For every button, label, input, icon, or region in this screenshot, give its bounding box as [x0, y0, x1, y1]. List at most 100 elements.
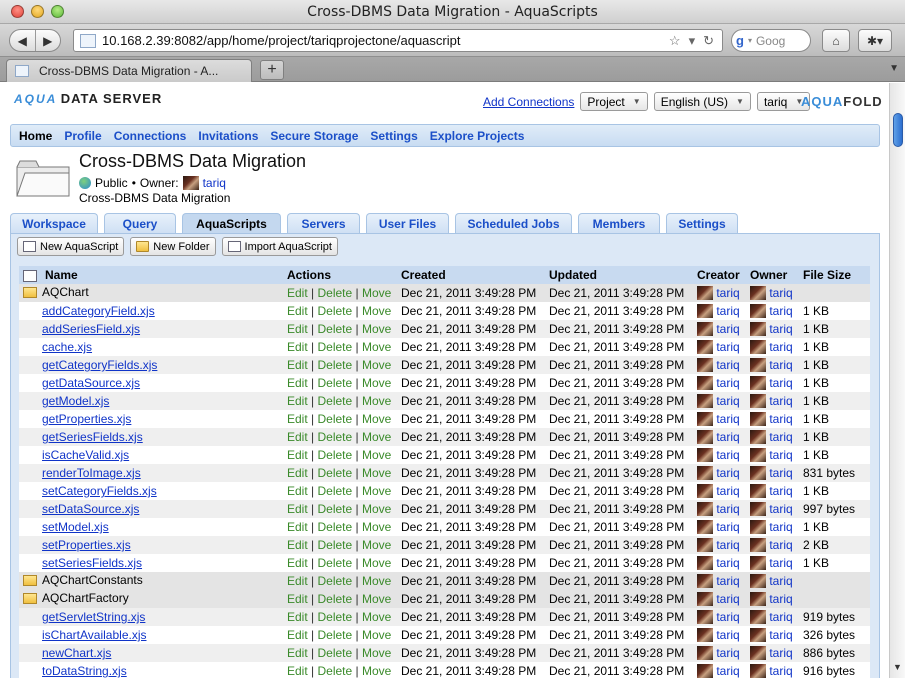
back-arrow-icon[interactable]: ◀	[10, 30, 36, 51]
tab-aquascripts[interactable]: AquaScripts	[182, 213, 281, 233]
delete-link[interactable]: Delete	[318, 412, 353, 426]
home-button[interactable]: ⌂	[822, 29, 850, 52]
creator-link[interactable]: tariq	[716, 628, 739, 642]
owner-link[interactable]: tariq	[769, 412, 792, 426]
creator-link[interactable]: tariq	[716, 520, 739, 534]
edit-link[interactable]: Edit	[287, 448, 308, 462]
header-file-size[interactable]: File Size	[799, 266, 870, 284]
owner-link[interactable]: tariq	[769, 592, 792, 606]
creator-link[interactable]: tariq	[716, 484, 739, 498]
script-name-link[interactable]: setDataSource.xjs	[42, 502, 139, 516]
script-name-link[interactable]: addSeriesField.xjs	[42, 322, 140, 336]
delete-link[interactable]: Delete	[318, 322, 353, 336]
move-link[interactable]: Move	[362, 628, 391, 642]
move-link[interactable]: Move	[362, 340, 391, 354]
move-link[interactable]: Move	[362, 304, 391, 318]
owner-link[interactable]: tariq	[769, 286, 792, 300]
owner-link[interactable]: tariq	[769, 502, 792, 516]
delete-link[interactable]: Delete	[318, 574, 353, 588]
scrollbar-thumb[interactable]	[893, 113, 903, 147]
folder-row[interactable]: AQChartFactory Edit | Delete | Move Dec 21…	[19, 590, 870, 608]
move-link[interactable]: Move	[362, 574, 391, 588]
folder-row[interactable]: AQChart Edit | Delete | Move Dec 21, 2011 …	[19, 284, 870, 302]
creator-link[interactable]: tariq	[716, 430, 739, 444]
folder-name[interactable]: AQChart	[42, 285, 89, 299]
edit-link[interactable]: Edit	[287, 304, 308, 318]
delete-link[interactable]: Delete	[318, 538, 353, 552]
edit-link[interactable]: Edit	[287, 340, 308, 354]
move-link[interactable]: Move	[362, 376, 391, 390]
owner-link[interactable]: tariq	[769, 556, 792, 570]
creator-link[interactable]: tariq	[716, 394, 739, 408]
file-row[interactable]: setModel.xjs Edit | Delete | Move Dec 21, …	[19, 518, 870, 536]
address-bar[interactable]: 10.168.2.39:8082/app/home/project/tariqp…	[73, 29, 723, 52]
header-updated[interactable]: Updated	[545, 266, 693, 284]
delete-link[interactable]: Delete	[318, 430, 353, 444]
move-link[interactable]: Move	[362, 592, 391, 606]
delete-link[interactable]: Delete	[318, 520, 353, 534]
file-row[interactable]: addSeriesField.xjs Edit | Delete | Move De…	[19, 320, 870, 338]
delete-link[interactable]: Delete	[318, 646, 353, 660]
script-name-link[interactable]: getProperties.xjs	[42, 412, 131, 426]
history-dropdown-icon[interactable]: ▾	[689, 33, 696, 49]
owner-link[interactable]: tariq	[769, 610, 792, 624]
owner-link[interactable]: tariq	[769, 664, 792, 678]
creator-link[interactable]: tariq	[716, 610, 739, 624]
delete-link[interactable]: Delete	[318, 664, 353, 678]
page-scrollbar[interactable]: ▼	[889, 83, 905, 678]
creator-link[interactable]: tariq	[716, 592, 739, 606]
file-row[interactable]: addCategoryField.xjs Edit | Delete | Move…	[19, 302, 870, 320]
delete-link[interactable]: Delete	[318, 304, 353, 318]
delete-link[interactable]: Delete	[318, 340, 353, 354]
edit-link[interactable]: Edit	[287, 502, 308, 516]
delete-link[interactable]: Delete	[318, 394, 353, 408]
owner-link[interactable]: tariq	[769, 340, 792, 354]
file-row[interactable]: getSeriesFields.xjs Edit | Delete | Move D…	[19, 428, 870, 446]
move-link[interactable]: Move	[362, 664, 391, 678]
file-row[interactable]: getModel.xjs Edit | Delete | Move Dec 21, …	[19, 392, 870, 410]
script-name-link[interactable]: getServletString.xjs	[42, 610, 145, 624]
creator-link[interactable]: tariq	[716, 646, 739, 660]
move-link[interactable]: Move	[362, 430, 391, 444]
tab-query[interactable]: Query	[104, 213, 176, 233]
folder-name[interactable]: AQChartConstants	[42, 573, 143, 587]
edit-link[interactable]: Edit	[287, 592, 308, 606]
script-name-link[interactable]: getSeriesFields.xjs	[42, 430, 143, 444]
script-name-link[interactable]: setCategoryFields.xjs	[42, 484, 157, 498]
edit-link[interactable]: Edit	[287, 358, 308, 372]
edit-link[interactable]: Edit	[287, 646, 308, 660]
edit-link[interactable]: Edit	[287, 628, 308, 642]
project-owner-link[interactable]: tariq	[203, 176, 226, 190]
tab-servers[interactable]: Servers	[287, 213, 360, 233]
forward-arrow-icon[interactable]: ▶	[36, 30, 61, 51]
language-select[interactable]: English (US) ▼	[653, 92, 751, 111]
script-name-link[interactable]: cache.xjs	[42, 340, 92, 354]
delete-link[interactable]: Delete	[318, 376, 353, 390]
nav-connections[interactable]: Connections	[114, 129, 187, 143]
creator-link[interactable]: tariq	[716, 574, 739, 588]
edit-link[interactable]: Edit	[287, 394, 308, 408]
script-name-link[interactable]: toDataString.xjs	[42, 664, 127, 678]
file-row[interactable]: getProperties.xjs Edit | Delete | Move Dec…	[19, 410, 870, 428]
header-owner[interactable]: Owner	[746, 266, 799, 284]
owner-link[interactable]: tariq	[769, 394, 792, 408]
script-name-link[interactable]: setProperties.xjs	[42, 538, 131, 552]
nav-settings[interactable]: Settings	[370, 129, 417, 143]
bookmarks-button[interactable]: ✱▾	[858, 29, 892, 52]
edit-link[interactable]: Edit	[287, 538, 308, 552]
move-link[interactable]: Move	[362, 520, 391, 534]
owner-link[interactable]: tariq	[769, 466, 792, 480]
delete-link[interactable]: Delete	[318, 466, 353, 480]
move-link[interactable]: Move	[362, 394, 391, 408]
reload-icon[interactable]: ↻	[703, 33, 714, 49]
move-link[interactable]: Move	[362, 412, 391, 426]
folder-name[interactable]: AQChartFactory	[42, 591, 129, 605]
nav-home[interactable]: Home	[19, 129, 52, 143]
creator-link[interactable]: tariq	[716, 412, 739, 426]
script-name-link[interactable]: getModel.xjs	[42, 394, 109, 408]
delete-link[interactable]: Delete	[318, 556, 353, 570]
url-text[interactable]: 10.168.2.39:8082/app/home/project/tariqp…	[102, 33, 669, 48]
file-row[interactable]: setProperties.xjs Edit | Delete | Move Dec…	[19, 536, 870, 554]
nav-profile[interactable]: Profile	[64, 129, 101, 143]
creator-link[interactable]: tariq	[716, 358, 739, 372]
